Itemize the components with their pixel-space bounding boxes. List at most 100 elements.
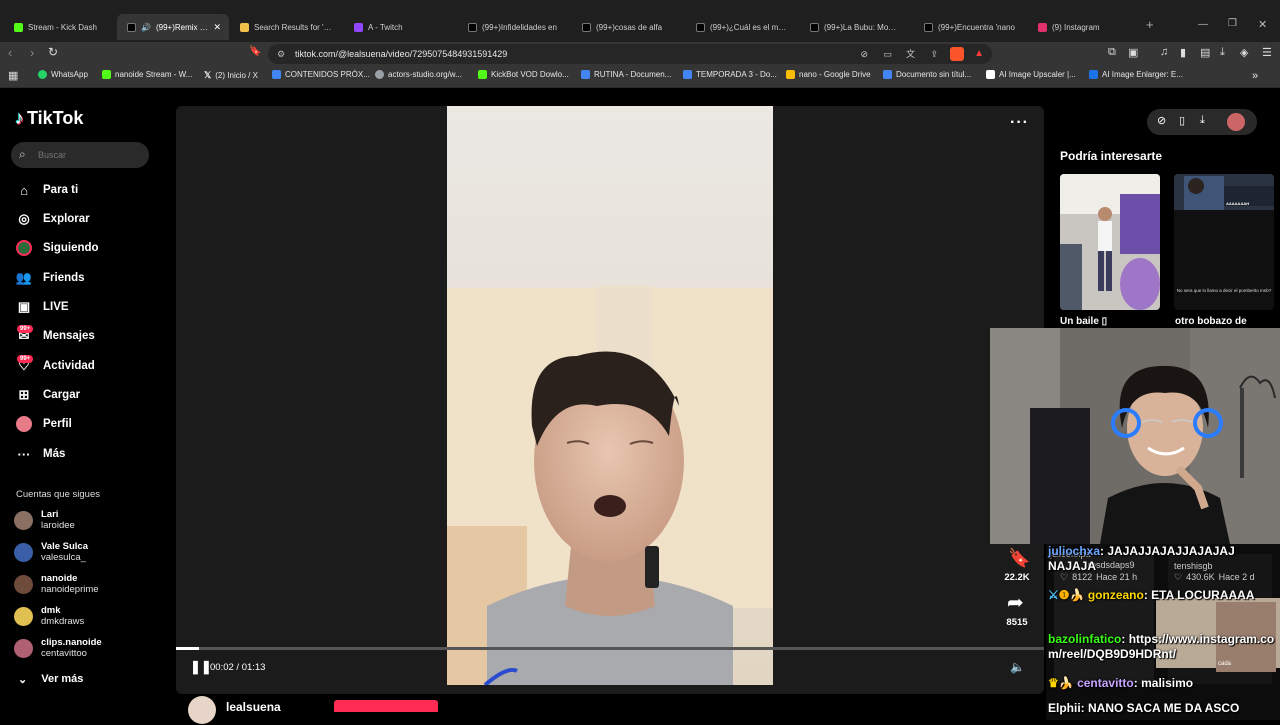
follow-button[interactable] [334,700,438,712]
cast-icon[interactable]: ▭ [883,44,892,64]
extensions-icon[interactable]: ⧉ [1108,46,1116,59]
tab-tiktok-3[interactable]: (99+)cosas de alfa [572,16,684,38]
bookmark-kickbot[interactable]: KickBot VOD Dowlo... [478,70,569,79]
maximize-icon[interactable]: ❐ [1228,18,1237,29]
pause-icon[interactable]: ❚❚ [190,659,212,675]
tab-kick[interactable]: Stream - Kick Dash [4,16,116,38]
link-icon[interactable]: ⊘ [1157,114,1166,127]
suggestion-thumbnail[interactable] [1060,174,1160,310]
nav-perfil[interactable]: Perfil [16,416,72,432]
whatsapp-icon [38,70,47,79]
tab-tiktok-active[interactable]: 🔊 (99+)Remix de ✕ [117,14,229,40]
chat-text: malisimo [1141,676,1194,690]
suggestion-thumbnail[interactable]: AAAAAAAH No sera que lo llamo a decir el… [1174,174,1274,310]
eye-off-icon[interactable]: ⊘ [860,44,868,64]
video-frame[interactable] [447,106,773,685]
menu-icon[interactable]: ☰ [1262,46,1272,59]
brave-rewards-icon[interactable]: ▲ [974,44,984,64]
nav-siguiendo[interactable]: Siguiendo [16,240,99,256]
video-progress-bar[interactable] [176,647,1044,650]
nav-mas[interactable]: ··· Más [16,446,66,462]
tiktok-icon [810,22,819,32]
media-icon[interactable]: ♫ [1160,46,1168,58]
bookmark-rutina[interactable]: RUTINA - Documen... [581,70,671,79]
volume-icon[interactable]: 🔈 [1010,660,1025,674]
following-item[interactable]: clips.nanoide centavittoo [14,637,102,659]
bookmark-temporada[interactable]: TEMPORADA 3 - Do... [683,70,777,79]
search-box[interactable]: ⌕ [11,142,149,168]
download-icon[interactable]: ⤓ [1220,46,1225,59]
nav-para-ti[interactable]: ⌂ Para ti [16,182,78,198]
see-more-link[interactable]: ⌄ Ver más [18,673,83,686]
minimize-icon[interactable]: — [1198,19,1208,30]
sidebar-toggle-icon[interactable]: ▮ [1180,46,1186,59]
tab-tiktok-2[interactable]: (99+)Infidelidades en [458,16,570,38]
apps-icon[interactable]: ▦ [8,69,18,82]
new-tab-button[interactable]: + [1146,17,1154,32]
following-item[interactable]: Lari laroidee [14,509,75,531]
bookmark-upscaler[interactable]: AI Image Upscaler |... [986,70,1076,79]
bookmark-enlarger[interactable]: AI Image Enlarger: E... [1089,70,1183,79]
share-icon[interactable]: ➦ [1007,590,1024,615]
nav-friends[interactable]: 👥 Friends [16,270,85,286]
tab-search[interactable]: Search Results for 'pe [230,16,342,38]
following-title: Cuentas que sigues [16,489,100,500]
author-name[interactable]: lealsuena [226,700,281,714]
following-item[interactable]: nanoide nanoideprime [14,573,99,595]
tab-tiktok-6[interactable]: (99+)Encuentra 'nano [914,16,1026,38]
wallet-2-icon[interactable]: ▤ [1200,46,1210,59]
enlarger-icon [1089,70,1098,79]
vpn-icon[interactable]: ◈ [1240,46,1248,59]
thumbnail-caption: No sera que lo llamo a decir el pomberit… [1176,288,1272,293]
phone-icon[interactable]: ▯ [1179,114,1185,127]
docs-icon [581,70,590,79]
audio-icon: 🔊 [141,22,151,32]
bookmark-x[interactable]: 𝕏 (2) Inicio / X [204,70,258,81]
nav-cargar[interactable]: ⊞ Cargar [16,387,81,403]
tab-twitch[interactable]: A - Twitch [344,16,456,38]
tiktok-logo[interactable]: ♪ TikTok [15,108,83,129]
bookmark-kick[interactable]: nanoide Stream - W... [102,70,192,79]
following-item[interactable]: dmk dmkdraws [14,605,84,627]
share-count: 8515 [1006,617,1028,628]
site-info-icon[interactable]: ⚙ [277,44,285,64]
tab-tiktok-5[interactable]: (99+)La Bubu: Momen [800,16,912,38]
share-icon[interactable]: ⇪ [930,44,938,64]
video-options-icon[interactable]: ··· [1010,114,1029,132]
badge-icon: ⚔ [1048,588,1059,602]
tab-tiktok-4[interactable]: (99+)¿Cuál es el máxim [686,16,798,38]
activity-badge: 99+ [17,355,34,363]
nav-explorar[interactable]: ◎ Explorar [16,211,89,227]
docs-icon [883,70,892,79]
search-icon: ⌕ [19,147,26,161]
search-input[interactable] [36,147,141,163]
bookmark-documento[interactable]: Documento sin títul... [883,70,971,79]
bookmark-icon[interactable]: 🔖 [249,46,261,57]
bookmark-whatsapp[interactable]: WhatsApp [38,70,88,79]
bookmark-contenidos[interactable]: CONTENIDOS PRÓX... [272,70,370,79]
translate-icon[interactable]: 文 [906,44,915,64]
close-tab-icon[interactable]: ✕ [213,22,221,33]
wallet-icon[interactable]: ▣ [1128,46,1138,59]
kickbot-icon [478,70,487,79]
save-icon[interactable]: 🔖 [1008,548,1030,569]
chat-username: gonzeano [1087,588,1144,602]
close-window-icon[interactable]: ✕ [1258,18,1267,31]
address-bar[interactable]: ⚙ tiktok.com/@lealsuena/video/7295075484… [268,44,992,64]
download-icon[interactable]: ⤓ [1200,114,1205,127]
tab-instagram[interactable]: (9) Instagram [1028,16,1140,38]
back-icon[interactable]: ‹ [8,45,12,60]
bookmarks-overflow[interactable]: » [1252,70,1258,82]
suggestion-title[interactable]: Un baile ▯ [1060,316,1107,327]
bookmark-drive[interactable]: nano - Google Drive [786,70,871,79]
suggestion-title[interactable]: otro bobazo de [1175,316,1247,327]
tiktok-icon [127,22,136,32]
forward-icon[interactable]: › [30,45,34,60]
brave-shield-icon[interactable] [950,47,964,61]
reload-icon[interactable]: ↻ [48,45,58,59]
following-item[interactable]: Vale Sulca valesulca_ [14,541,88,563]
nav-live[interactable]: ▣ LIVE [16,299,69,315]
user-avatar[interactable] [1227,113,1245,131]
bookmark-actors[interactable]: actors-studio.org/w... [375,70,462,79]
chat-message: juliochxa: JAJAJJAJAJJAJAJAJ NAJAJA [1048,544,1235,573]
